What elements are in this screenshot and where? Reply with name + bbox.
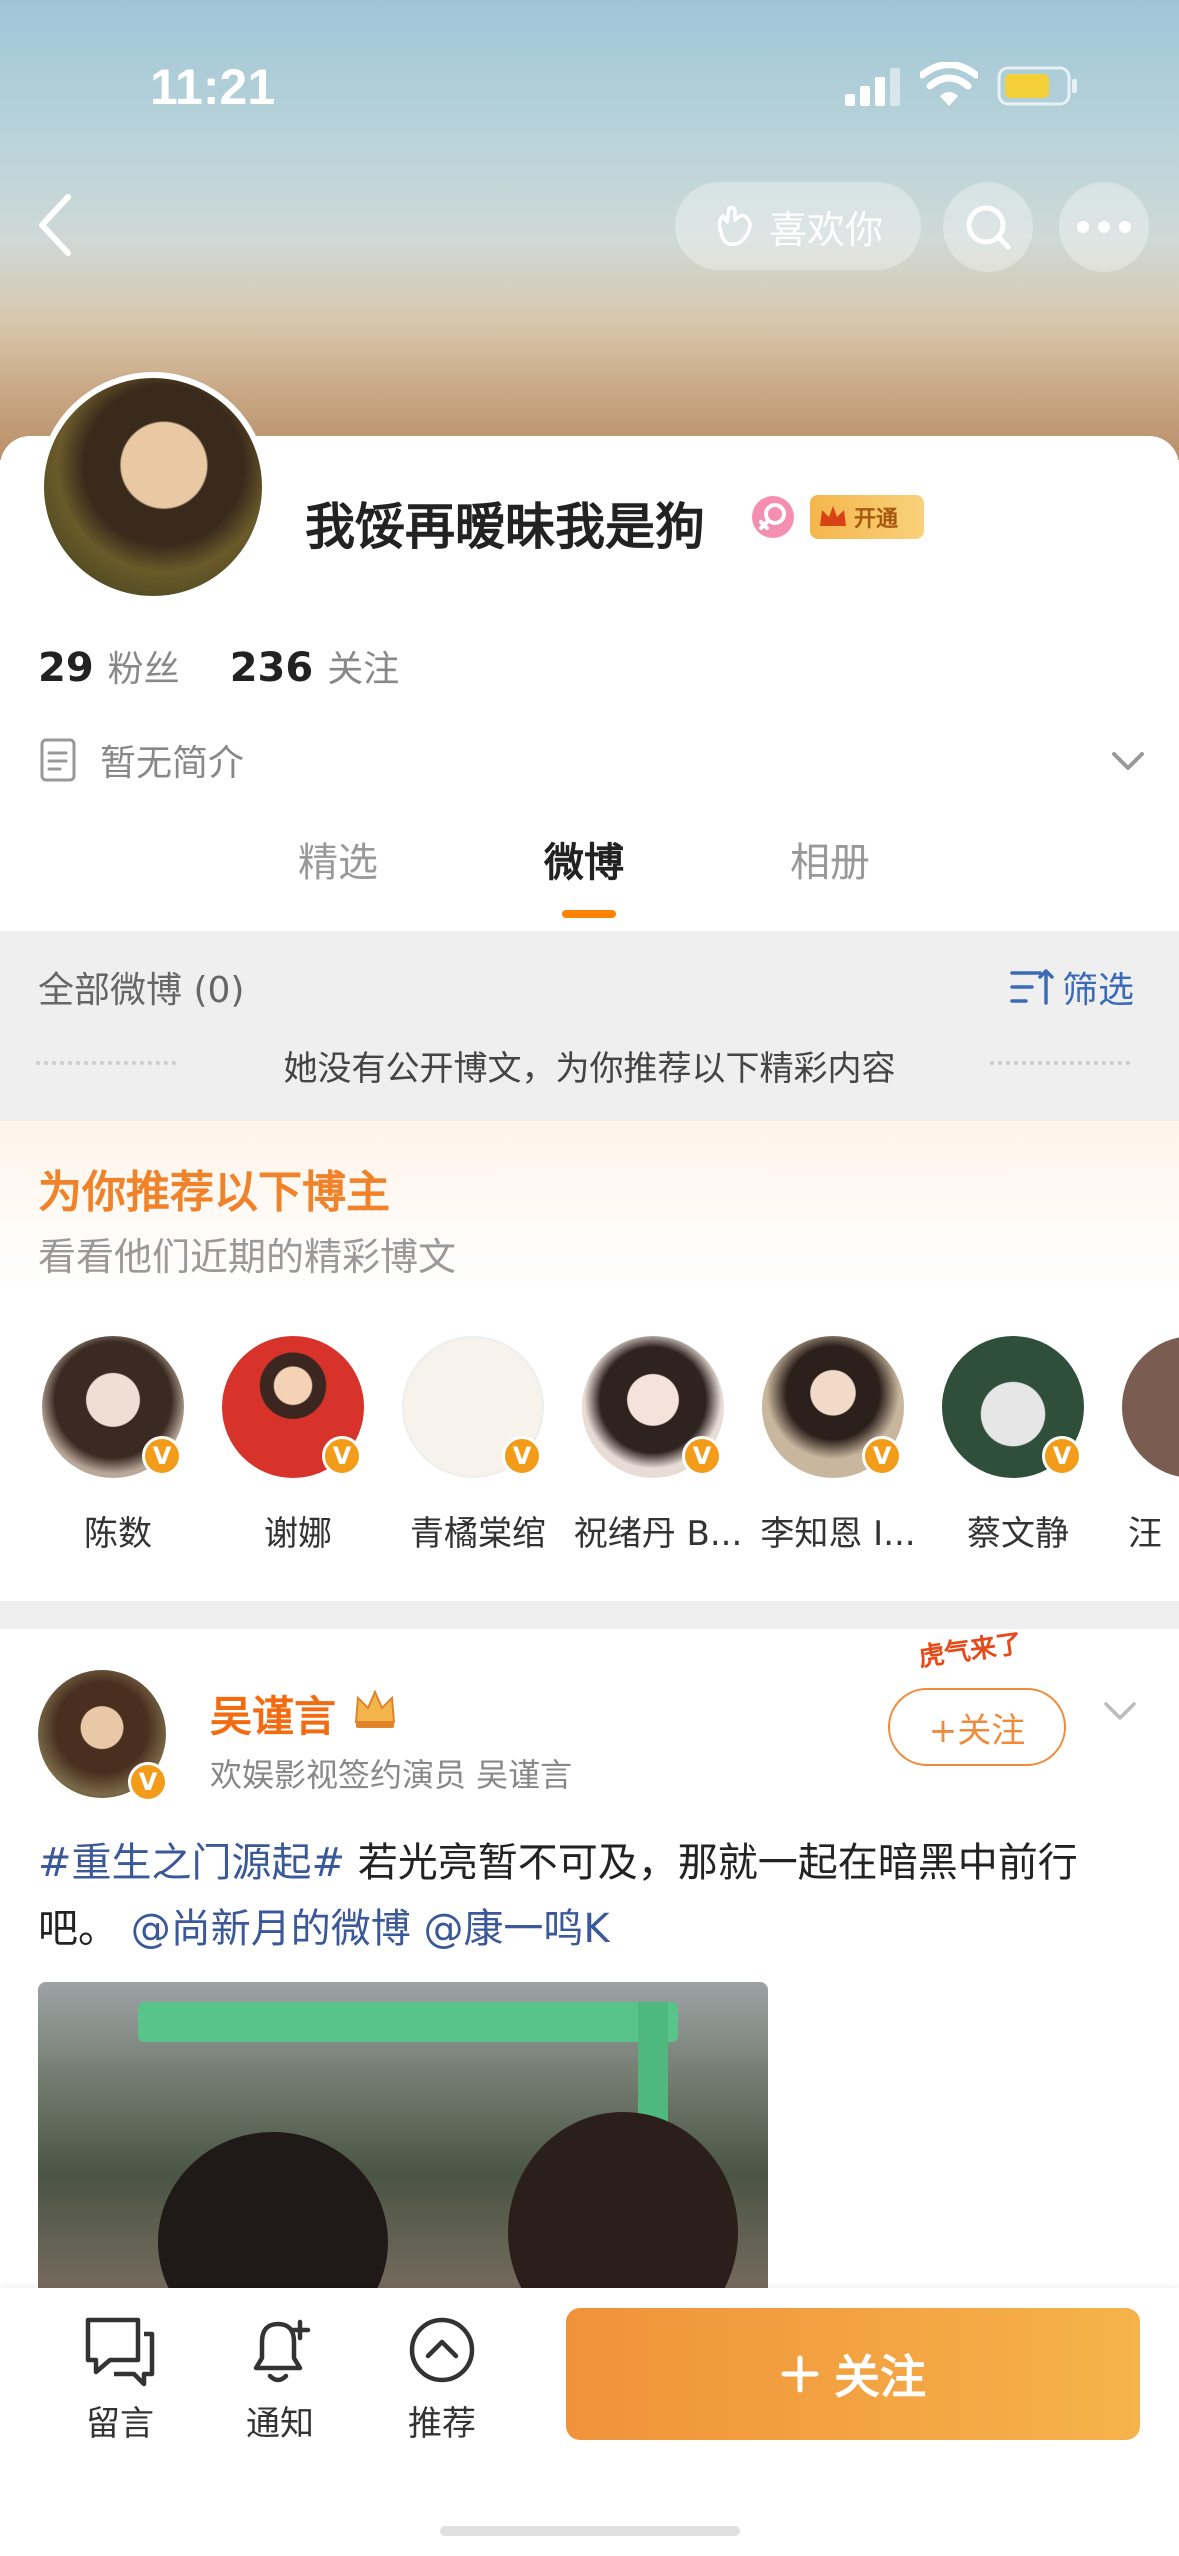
home-indicator — [440, 2526, 740, 2536]
like-you-label: 喜欢你 — [768, 207, 883, 252]
verified-icon: V — [682, 1436, 722, 1476]
status-bar: 11:21 — [0, 40, 1179, 130]
divider-dots-right — [990, 1061, 1130, 1065]
like-you-button[interactable]: 喜欢你 — [675, 182, 921, 270]
more-dots-icon — [1077, 221, 1131, 233]
search-button[interactable] — [943, 182, 1033, 272]
plus-icon — [781, 2355, 819, 2393]
vip-open-badge[interactable]: 开通 — [810, 495, 924, 539]
image-hoop — [138, 2002, 678, 2042]
recommend-name: 蔡文静 — [967, 1514, 1069, 1554]
message-icon — [85, 2317, 155, 2387]
filter-icon — [1010, 969, 1054, 1005]
chevron-down-icon[interactable] — [1108, 740, 1148, 780]
bio-text: 暂无简介 — [100, 743, 245, 784]
avatar — [1122, 1336, 1179, 1478]
search-icon — [966, 205, 1011, 250]
document-icon — [40, 738, 76, 782]
all-weibo-label[interactable]: 全部微博 (0) — [38, 961, 244, 1013]
profile-name: 我馁再暧昧我是狗 — [305, 498, 705, 556]
post-image[interactable] — [38, 1982, 768, 2302]
battery-icon — [997, 66, 1077, 106]
post-author-desc: 欢娱影视签约演员 吴谨言 — [210, 1756, 573, 1794]
recommend-name: 汪 — [1128, 1514, 1162, 1554]
female-gender-icon — [752, 496, 794, 538]
tab-active-indicator — [562, 910, 616, 918]
follow-label: 关注 — [834, 2350, 926, 2404]
profile-avatar[interactable] — [38, 372, 268, 602]
image-figure — [158, 2132, 388, 2302]
notify-label: 通知 — [246, 2404, 314, 2444]
post-text: #重生之门源起# 若光亮暂不可及，那就一起在暗黑中前行吧。 @尚新月的微博 @康… — [38, 1830, 1148, 1962]
wifi-icon — [920, 62, 978, 106]
crown-icon — [820, 506, 846, 526]
profile-stats: 29 粉丝 236 关注 — [38, 640, 449, 692]
recommend-subtitle: 看看他们近期的精彩博文 — [38, 1235, 457, 1279]
comment-button[interactable]: 留言 — [60, 2312, 180, 2445]
tab-featured[interactable]: 精选 — [298, 830, 378, 888]
post-mention[interactable]: @康一鸣K — [423, 1906, 609, 1952]
post-hashtag[interactable]: #重生之门源起# — [38, 1840, 345, 1886]
cellular-signal-icon — [845, 68, 900, 106]
recommend-list: V 陈数 V 谢娜 V 青橘棠绾 V 祝绪丹 B... V 李知恩 I... V… — [0, 1336, 1179, 1566]
recommend-name: 青橘棠绾 — [410, 1514, 546, 1554]
hand-heart-icon — [717, 205, 752, 247]
chevron-down-icon[interactable] — [1100, 1690, 1140, 1730]
tab-weibo[interactable]: 微博 — [544, 830, 624, 888]
status-time: 11:21 — [150, 59, 276, 115]
notify-button[interactable]: 通知 — [220, 2312, 340, 2445]
bio-row[interactable]: 暂无简介 — [38, 730, 1148, 790]
recommend-name: 陈数 — [84, 1514, 152, 1554]
verified-icon: V — [862, 1436, 902, 1476]
promo-tag: 虎气来了 — [916, 1628, 1024, 1674]
post-author-name[interactable]: 吴谨言 — [210, 1683, 336, 1744]
recommend-title: 为你推荐以下博主 — [38, 1167, 390, 1218]
bottom-action-bar: 留言 通知 推荐 关注 — [0, 2288, 1179, 2556]
verified-icon: V — [1042, 1436, 1082, 1476]
image-figure — [508, 2112, 738, 2302]
vip-open-label: 开通 — [854, 507, 899, 532]
more-button[interactable] — [1059, 182, 1149, 272]
post-mention[interactable]: @尚新月的微博 — [131, 1906, 411, 1952]
followers-count[interactable]: 29 — [38, 645, 94, 691]
recommend-name: 李知恩 I... — [760, 1514, 916, 1554]
member-crown-icon — [354, 1689, 396, 1728]
up-circle-icon — [409, 2317, 475, 2383]
verified-icon: V — [142, 1436, 182, 1476]
recommend-button[interactable]: 推荐 — [382, 2312, 502, 2445]
profile-tabs: 精选 微博 相册 — [0, 830, 1179, 930]
following-label[interactable]: 关注 — [327, 640, 399, 692]
feed-header: 全部微博 (0) 筛选 她没有公开博文，为你推荐以下精彩内容 — [0, 931, 1179, 1121]
verified-icon: V — [322, 1436, 362, 1476]
back-button[interactable] — [20, 185, 90, 265]
post-follow-button[interactable]: +关注 — [888, 1688, 1066, 1766]
comment-label: 留言 — [86, 2404, 154, 2444]
filter-label: 筛选 — [1061, 970, 1134, 1011]
empty-feed-note: 她没有公开博文，为你推荐以下精彩内容 — [283, 1049, 896, 1089]
verified-icon: V — [128, 1762, 168, 1802]
bell-icon — [253, 2319, 311, 2383]
verified-icon: V — [502, 1436, 542, 1476]
recommend-name: 谢娜 — [264, 1514, 332, 1554]
recommend-section: 为你推荐以下博主 看看他们近期的精彩博文 V 陈数 V 谢娜 V 青橘棠绾 V … — [0, 1121, 1179, 1601]
filter-button[interactable]: 筛选 — [1010, 961, 1134, 1013]
following-count[interactable]: 236 — [230, 645, 314, 691]
chevron-left-icon — [39, 194, 71, 256]
follow-button[interactable]: 关注 — [566, 2308, 1140, 2440]
recommend-label: 推荐 — [408, 2404, 476, 2444]
recommend-name: 祝绪丹 B... — [573, 1514, 743, 1554]
followers-label[interactable]: 粉丝 — [108, 640, 180, 692]
tab-album[interactable]: 相册 — [790, 830, 870, 888]
